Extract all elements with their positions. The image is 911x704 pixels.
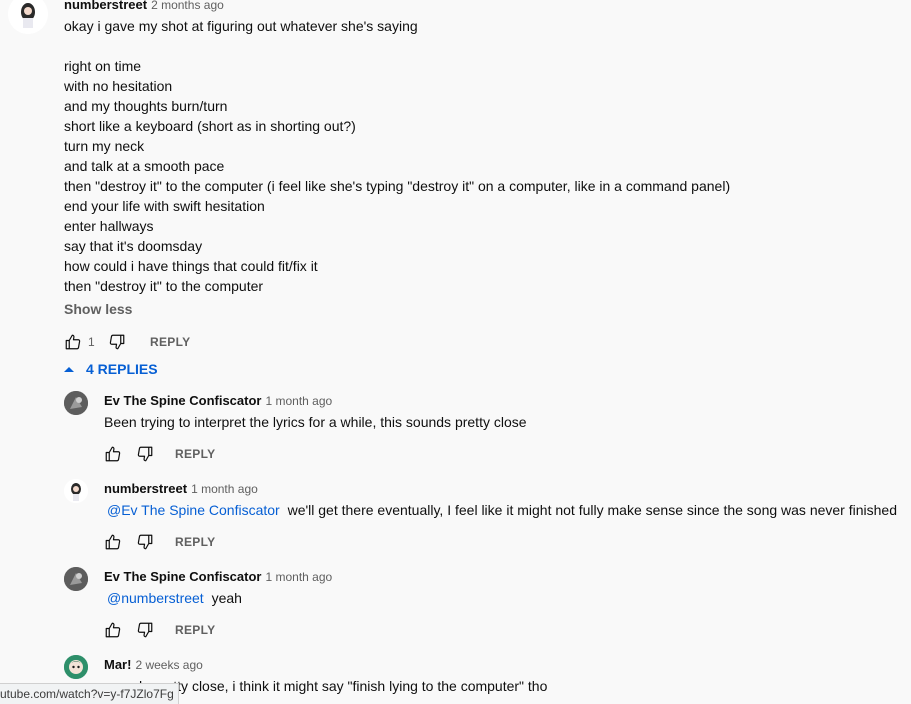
comment-line: enter hallways	[64, 218, 154, 234]
thumb-down-icon[interactable]	[136, 621, 154, 639]
reply-text: yeah	[211, 590, 242, 606]
comment-line: end your life with swift hesitation	[64, 198, 265, 214]
comment-line: with no hesitation	[64, 78, 173, 94]
replies-toggle-button[interactable]: 4 REPLIES	[62, 361, 158, 377]
comment-header: numberstreet 2 months ago	[64, 0, 224, 14]
reply-text-row: @Ev The Spine Confiscator we'll get ther…	[104, 500, 897, 520]
comment-line: short like a keyboard (short as in short…	[64, 118, 356, 134]
thumb-down-icon[interactable]	[136, 445, 154, 463]
avatar-image	[64, 655, 88, 679]
reply-text-row: @numberstreet yeah	[104, 588, 242, 608]
mention-link[interactable]: @numberstreet	[107, 590, 204, 606]
reply-time[interactable]: 1 month ago	[191, 482, 258, 496]
avatar[interactable]	[64, 655, 88, 679]
reply-text: Been trying to interpret the lyrics for …	[104, 414, 527, 430]
reply-button[interactable]: REPLY	[150, 335, 190, 349]
reply-header: Mar! 2 weeks ago	[104, 656, 203, 674]
comment-author[interactable]: numberstreet	[64, 0, 147, 12]
comment-line: and my thoughts burn/turn	[64, 98, 228, 114]
reply-time[interactable]: 1 month ago	[265, 394, 332, 408]
reply-header: numberstreet 1 month ago	[104, 480, 258, 498]
comment-actions: 1 REPLY	[64, 332, 190, 352]
chevron-up-icon	[62, 362, 76, 376]
comment-line: turn my neck	[64, 138, 145, 154]
comment-line: right on time	[64, 58, 142, 74]
thumb-up-icon[interactable]	[104, 621, 122, 639]
comment-line: and talk at a smooth pace	[64, 158, 225, 174]
reply-button[interactable]: REPLY	[175, 623, 215, 637]
like-count: 1	[88, 335, 95, 349]
comment-time[interactable]: 2 months ago	[151, 0, 224, 12]
reply-author[interactable]: Ev The Spine Confiscator	[104, 569, 261, 584]
thumb-up-icon[interactable]	[104, 445, 122, 463]
comment-body: okay i gave my shot at figuring out what…	[64, 16, 730, 296]
replies-toggle-label: 4 REPLIES	[86, 361, 158, 377]
reply-button[interactable]: REPLY	[175, 535, 215, 549]
avatar[interactable]	[64, 391, 88, 415]
avatar[interactable]	[64, 479, 88, 503]
avatar-image	[64, 391, 88, 415]
avatar-image	[64, 479, 88, 503]
reply-button[interactable]: REPLY	[175, 447, 215, 461]
avatar-image	[8, 0, 48, 34]
comment-line: then "destroy it" to the computer (i fee…	[64, 178, 731, 194]
mention-link[interactable]: @Ev The Spine Confiscator	[107, 502, 280, 518]
reply-actions: REPLY	[104, 620, 215, 640]
avatar-image	[64, 567, 88, 591]
comment-line: then "destroy it" to the computer	[64, 278, 264, 294]
reply-time[interactable]: 1 month ago	[265, 570, 332, 584]
browser-status-url: utube.com/watch?v=y-f7JZlo7Fg	[0, 683, 179, 704]
reply-time[interactable]: 2 weeks ago	[135, 658, 202, 672]
thumb-up-icon[interactable]	[64, 333, 82, 351]
thumb-up-icon[interactable]	[104, 533, 122, 551]
comment-line: okay i gave my shot at figuring out what…	[64, 18, 418, 34]
thumb-down-icon[interactable]	[108, 333, 126, 351]
thumb-down-icon[interactable]	[136, 533, 154, 551]
reply-actions: REPLY	[104, 444, 215, 464]
comment-line: how could i have things that could fit/f…	[64, 258, 318, 274]
reply-author[interactable]: numberstreet	[104, 481, 187, 496]
reply-actions: REPLY	[104, 532, 215, 552]
reply-header: Ev The Spine Confiscator 1 month ago	[104, 568, 332, 586]
avatar[interactable]	[8, 0, 48, 34]
reply-header: Ev The Spine Confiscator 1 month ago	[104, 392, 332, 410]
comment-line	[64, 36, 730, 56]
reply-author[interactable]: Mar!	[104, 657, 131, 672]
reply-text: we'll get there eventually, I feel like …	[287, 502, 897, 518]
reply-author[interactable]: Ev The Spine Confiscator	[104, 393, 261, 408]
avatar[interactable]	[64, 567, 88, 591]
comment-line: say that it's doomsday	[64, 238, 203, 254]
show-less-button[interactable]: Show less	[64, 301, 132, 317]
